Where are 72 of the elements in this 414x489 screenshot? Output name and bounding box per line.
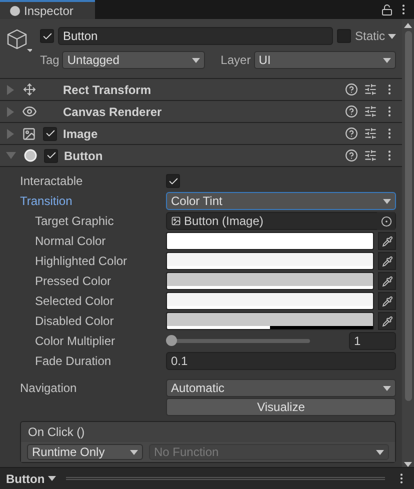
slider-thumb[interactable] <box>166 335 177 346</box>
button-icon <box>24 149 36 162</box>
eyedropper-icon[interactable] <box>382 316 392 326</box>
layer-dropdown[interactable]: UI <box>254 51 396 69</box>
color-swatch[interactable] <box>166 252 374 270</box>
property-label: Highlighted Color <box>35 254 128 268</box>
enabled-checkbox[interactable] <box>43 126 57 140</box>
help-icon[interactable] <box>345 149 358 162</box>
help-icon[interactable] <box>345 127 358 140</box>
enabled-checkbox[interactable] <box>44 148 58 162</box>
image-icon <box>22 126 36 140</box>
inspector-tab[interactable]: Inspector <box>0 0 95 19</box>
color-swatch[interactable] <box>166 312 374 330</box>
checkbox[interactable] <box>166 174 180 188</box>
active-checkbox[interactable] <box>40 29 54 43</box>
object-field[interactable]: Button (Image) <box>166 212 396 230</box>
check-icon <box>46 150 56 161</box>
component-header[interactable]: Button <box>0 145 402 167</box>
layer-label: Layer <box>220 53 251 67</box>
property-label: Interactable <box>20 174 84 188</box>
eyedropper-icon[interactable] <box>382 296 392 306</box>
property-label: Pressed Color <box>35 274 112 288</box>
property-label: Fade Duration <box>35 354 112 368</box>
help-icon[interactable] <box>345 105 358 118</box>
property-label: Navigation <box>20 381 78 395</box>
scrollbar[interactable] <box>402 19 414 467</box>
component-name: Image <box>63 126 99 140</box>
image-icon <box>171 216 181 226</box>
property-label: Transition <box>20 194 74 208</box>
check-icon <box>42 30 52 42</box>
event-title: On Click () <box>28 425 85 439</box>
eyedropper-icon[interactable] <box>382 276 392 286</box>
property-label: Normal Color <box>35 234 107 248</box>
name-field[interactable]: Button <box>58 27 333 45</box>
sliders-icon[interactable] <box>364 149 377 162</box>
help-icon[interactable] <box>345 83 358 96</box>
target-icon[interactable] <box>380 216 392 226</box>
number-field[interactable]: 1 <box>349 332 396 350</box>
eyedropper-icon[interactable] <box>382 256 392 266</box>
visualize-button[interactable]: Visualize <box>166 398 396 416</box>
dropdown[interactable]: Automatic <box>166 379 396 397</box>
color-swatch[interactable] <box>166 232 374 250</box>
component-name: Rect Transform <box>63 82 152 96</box>
color-swatch[interactable] <box>166 272 374 290</box>
component-header[interactable]: Rect Transform <box>0 79 402 101</box>
runtime-dropdown[interactable]: Runtime Only <box>27 444 143 460</box>
static-checkbox[interactable] <box>336 29 351 43</box>
tag-dropdown[interactable]: Untagged <box>62 51 205 69</box>
component-header[interactable]: Canvas Renderer <box>0 101 402 123</box>
component-name: Button <box>64 148 104 162</box>
property-label: Target Graphic <box>35 214 115 228</box>
tag-label: Tag <box>40 53 60 67</box>
dropdown[interactable]: Color Tint <box>166 192 396 210</box>
component-name: Canvas Renderer <box>63 104 163 118</box>
sliders-icon[interactable] <box>364 105 377 118</box>
number-field[interactable]: 0.1 <box>166 352 396 370</box>
check-icon <box>44 128 56 139</box>
property-label: Selected Color <box>35 294 115 308</box>
eyedropper-icon[interactable] <box>382 236 392 246</box>
property-label: Color Multiplier <box>35 334 116 348</box>
component-header[interactable]: Image <box>0 123 402 145</box>
color-swatch[interactable] <box>166 292 374 310</box>
property-label: Disabled Color <box>35 314 115 328</box>
static-dropdown[interactable]: Static <box>354 27 396 45</box>
object-dropdown[interactable]: Button <box>6 472 56 486</box>
arrows-icon <box>22 83 36 96</box>
check-icon <box>168 176 178 186</box>
eye-icon <box>22 104 36 119</box>
info-icon <box>10 6 20 16</box>
lock-icon[interactable] <box>381 4 393 16</box>
sliders-icon[interactable] <box>364 83 377 96</box>
sliders-icon[interactable] <box>364 127 377 140</box>
